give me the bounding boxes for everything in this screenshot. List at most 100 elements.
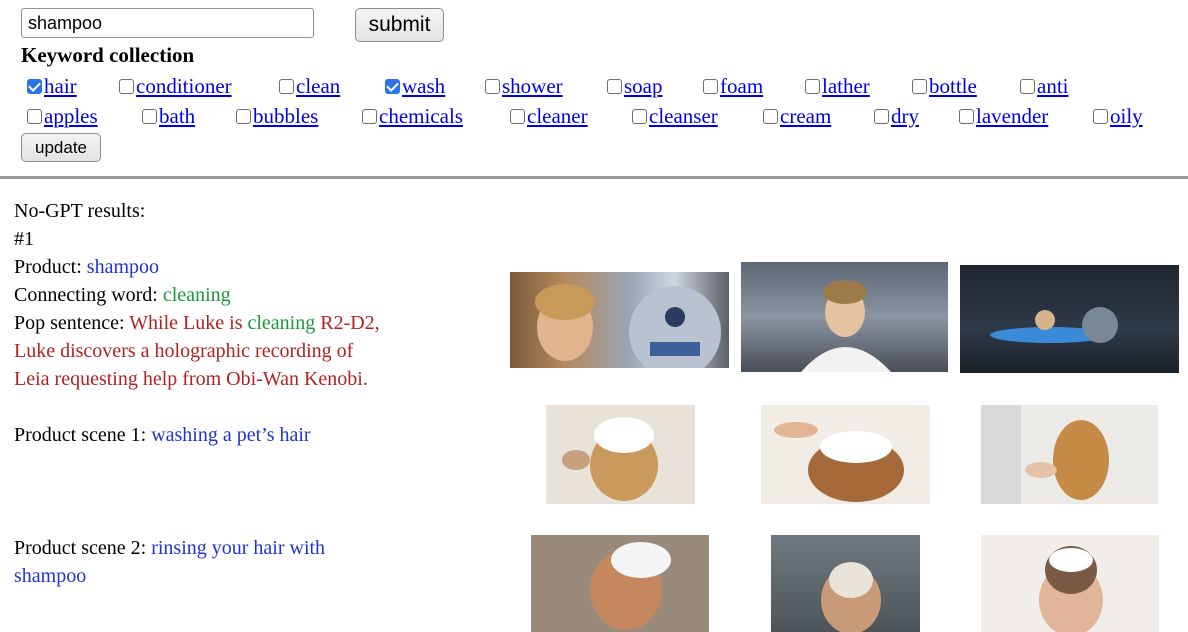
checkbox[interactable] <box>385 79 400 94</box>
keyword-link[interactable]: wash <box>402 74 445 99</box>
scene-label: Product scene 2: <box>14 537 152 559</box>
keyword-link[interactable]: lather <box>822 74 870 99</box>
search-input[interactable] <box>21 8 314 38</box>
keyword-link[interactable]: foam <box>720 74 763 99</box>
pop-connecting-word: cleaning <box>247 312 316 334</box>
keyword-link[interactable]: bubbles <box>253 104 318 129</box>
keyword-link[interactable]: anti <box>1037 74 1069 99</box>
checkbox[interactable] <box>236 109 251 124</box>
keyword-soap[interactable]: soap <box>607 74 663 99</box>
checkbox[interactable] <box>805 79 820 94</box>
keyword-link[interactable]: dry <box>891 104 919 129</box>
keyword-link[interactable]: conditioner <box>136 74 232 99</box>
checkbox[interactable] <box>874 109 889 124</box>
checkbox[interactable] <box>703 79 718 94</box>
pop-sentence-line-1: Pop sentence: While Luke is cleaning R2-… <box>14 312 380 335</box>
keyword-shower[interactable]: shower <box>485 74 563 99</box>
keyword-link[interactable]: bath <box>159 104 195 129</box>
movie-still-art <box>535 284 721 368</box>
pop-sentence-line-2: Luke discovers a holographic recording o… <box>14 340 354 362</box>
scene-label: Product scene 1: <box>14 424 152 446</box>
checkbox[interactable] <box>510 109 525 124</box>
checkbox[interactable] <box>27 79 42 94</box>
dog-washing-art <box>562 417 658 501</box>
keyword-anti[interactable]: anti <box>1020 74 1069 99</box>
pop-text: While Luke is <box>129 312 248 334</box>
update-button[interactable]: update <box>21 133 101 162</box>
product-line: Product: shampoo <box>14 256 159 279</box>
pop-label: Pop sentence: <box>14 312 130 334</box>
keyword-apples[interactable]: apples <box>27 104 98 129</box>
checkbox[interactable] <box>362 109 377 124</box>
connecting-word-line: Connecting word: cleaning <box>14 284 231 307</box>
movie-still-art <box>801 280 891 372</box>
keyword-hair[interactable]: hair <box>27 74 77 99</box>
dog-washing-art <box>981 405 1109 504</box>
pop-sentence-line-3: Leia requesting help from Obi-Wan Kenobi… <box>14 368 368 390</box>
checkbox[interactable] <box>632 109 647 124</box>
keyword-clean[interactable]: clean <box>279 74 340 99</box>
keyword-link[interactable]: chemicals <box>379 104 463 129</box>
product-scene-2-line-2: shampoo <box>14 565 87 587</box>
keyword-link[interactable]: cleaner <box>527 104 588 129</box>
hair-rinsing-art <box>1039 546 1103 632</box>
results-header: No-GPT results: <box>14 200 146 222</box>
pop-text: R2-D2, <box>315 312 380 334</box>
dog-washing-image <box>981 405 1158 504</box>
keyword-link[interactable]: soap <box>624 74 663 99</box>
movie-still-image <box>510 272 729 368</box>
keyword-link[interactable]: clean <box>296 74 340 99</box>
keyword-chemicals[interactable]: chemicals <box>362 104 463 129</box>
keyword-cleanser[interactable]: cleanser <box>632 104 718 129</box>
keyword-panel: submit Keyword collection hair condition… <box>0 0 1188 176</box>
checkbox[interactable] <box>763 109 778 124</box>
hair-rinsing-art <box>590 542 671 630</box>
keyword-bubbles[interactable]: bubbles <box>236 104 318 129</box>
checkbox[interactable] <box>1093 109 1108 124</box>
keyword-link[interactable]: shower <box>502 74 563 99</box>
keyword-link[interactable]: hair <box>44 74 77 99</box>
keyword-cream[interactable]: cream <box>763 104 831 129</box>
checkbox[interactable] <box>119 79 134 94</box>
keyword-bottle[interactable]: bottle <box>912 74 977 99</box>
keyword-wash[interactable]: wash <box>385 74 445 99</box>
result-index: #1 <box>14 228 34 250</box>
keyword-bath[interactable]: bath <box>142 104 195 129</box>
divider <box>0 176 1188 179</box>
submit-button[interactable]: submit <box>355 8 444 42</box>
checkbox[interactable] <box>607 79 622 94</box>
movie-still-image <box>960 265 1179 373</box>
keyword-conditioner[interactable]: conditioner <box>119 74 232 99</box>
keyword-link[interactable]: oily <box>1110 104 1143 129</box>
hair-rinsing-art <box>821 562 881 632</box>
product-scene-1: Product scene 1: washing a pet’s hair <box>14 424 311 447</box>
checkbox[interactable] <box>27 109 42 124</box>
keyword-foam[interactable]: foam <box>703 74 763 99</box>
keyword-link[interactable]: apples <box>44 104 98 129</box>
hair-rinsing-image <box>771 535 920 632</box>
keyword-cleaner[interactable]: cleaner <box>510 104 588 129</box>
hair-rinsing-image <box>981 535 1159 632</box>
keyword-link[interactable]: bottle <box>929 74 977 99</box>
keyword-lather[interactable]: lather <box>805 74 870 99</box>
dog-washing-image <box>546 405 695 504</box>
keyword-oily[interactable]: oily <box>1093 104 1143 129</box>
keyword-lavender[interactable]: lavender <box>959 104 1048 129</box>
movie-still-art <box>990 307 1118 343</box>
movie-still-image <box>741 262 948 372</box>
keyword-link[interactable]: cleanser <box>649 104 718 129</box>
checkbox[interactable] <box>1020 79 1035 94</box>
checkbox[interactable] <box>485 79 500 94</box>
product-scene-2: Product scene 2: rinsing your hair with <box>14 537 325 560</box>
keyword-link[interactable]: cream <box>780 104 831 129</box>
hair-rinsing-image <box>531 535 709 632</box>
keyword-link[interactable]: lavender <box>976 104 1048 129</box>
checkbox[interactable] <box>912 79 927 94</box>
scene-text: rinsing your hair with <box>151 537 326 559</box>
checkbox[interactable] <box>279 79 294 94</box>
scene-text: washing a pet’s hair <box>151 424 311 446</box>
keyword-dry[interactable]: dry <box>874 104 919 129</box>
dog-washing-image <box>761 405 930 504</box>
checkbox[interactable] <box>142 109 157 124</box>
checkbox[interactable] <box>959 109 974 124</box>
